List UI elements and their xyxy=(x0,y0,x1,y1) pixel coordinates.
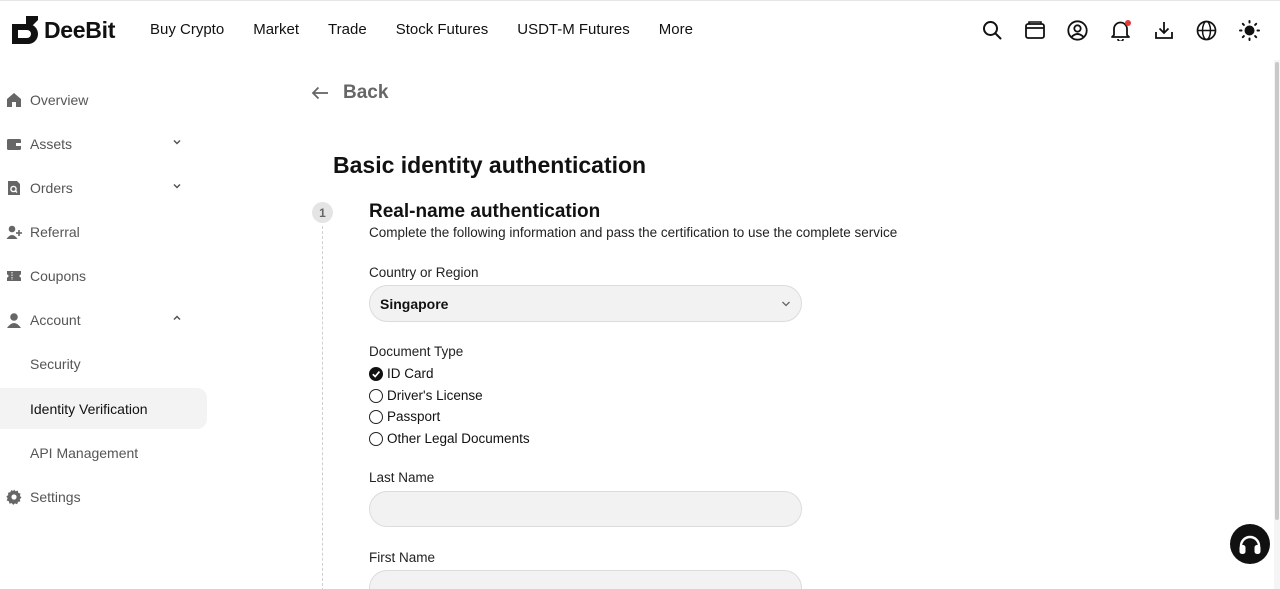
sidebar-item-security[interactable]: Security xyxy=(0,342,210,386)
sidebar-item-label: Referral xyxy=(30,224,80,240)
sidebar-item-identity-verification[interactable]: Identity Verification xyxy=(0,388,207,429)
header-actions xyxy=(981,18,1260,42)
sidebar-item-label: Assets xyxy=(30,136,73,152)
radio-unchecked[interactable] xyxy=(369,431,383,446)
theme-sun-icon[interactable] xyxy=(1239,18,1260,42)
nav-buy-crypto[interactable]: Buy Crypto xyxy=(150,21,224,38)
radio-checked[interactable] xyxy=(369,366,383,381)
radio-label: Driver's License xyxy=(387,388,483,403)
sidebar-item-label: Orders xyxy=(30,180,73,196)
country-select[interactable]: Singapore xyxy=(369,285,802,322)
last-name-label: Last Name xyxy=(369,470,435,485)
page-title: Basic identity authentication xyxy=(333,152,647,178)
customer-support-button[interactable] xyxy=(1230,524,1270,564)
account-icon[interactable] xyxy=(1067,18,1088,42)
sidebar-item-label: Identity Verification xyxy=(30,400,148,417)
sidebar-item-settings[interactable]: Settings xyxy=(0,475,210,519)
sidebar-item-label: Security xyxy=(30,356,81,372)
nav-more[interactable]: More xyxy=(659,21,693,38)
sidebar-item-api-management[interactable]: API Management xyxy=(0,431,210,475)
orders-icon xyxy=(8,181,20,195)
search-icon[interactable] xyxy=(981,18,1002,42)
sidebar-item-assets[interactable]: Assets xyxy=(0,122,210,166)
deebit-logo-icon xyxy=(12,16,38,44)
sidebar-item-referral[interactable]: Referral xyxy=(0,210,210,254)
radio-label: ID Card xyxy=(387,366,434,381)
headset-icon xyxy=(1239,535,1261,554)
page-scrollbar-thumb[interactable] xyxy=(1275,62,1279,520)
radio-unchecked[interactable] xyxy=(369,388,383,403)
brand-logo[interactable]: DeeBit xyxy=(10,16,115,44)
chevron-down-icon[interactable] xyxy=(172,137,182,147)
coupon-icon xyxy=(7,271,21,281)
radio-label: Other Legal Documents xyxy=(387,431,530,446)
referral-icon xyxy=(6,225,22,239)
sidebar-item-label: Settings xyxy=(30,489,81,505)
radio-unchecked[interactable] xyxy=(369,409,383,424)
section-title: Real-name authentication xyxy=(369,201,601,222)
nav-usdt-m-futures[interactable]: USDT-M Futures xyxy=(517,21,630,38)
bell-icon[interactable] xyxy=(1110,18,1131,42)
radio-label: Passport xyxy=(387,409,441,424)
brand-name: DeeBit xyxy=(44,16,116,43)
home-icon xyxy=(7,93,21,107)
doc-type-option-drivers-license[interactable]: Driver's License xyxy=(369,388,483,403)
back-button[interactable]: Back xyxy=(311,82,388,104)
notification-dot xyxy=(1125,20,1131,26)
wallet-icon xyxy=(7,139,21,150)
document-type-label: Document Type xyxy=(369,344,464,359)
chevron-down-icon[interactable] xyxy=(172,181,182,191)
gear-icon xyxy=(6,489,22,505)
sidebar-item-label: Coupons xyxy=(30,268,87,284)
arrow-left-icon xyxy=(311,86,328,100)
nav-stock-futures[interactable]: Stock Futures xyxy=(396,21,489,38)
sidebar-item-coupons[interactable]: Coupons xyxy=(0,254,210,298)
section-description: Complete the following information and p… xyxy=(369,225,898,240)
nav-trade[interactable]: Trade xyxy=(328,21,367,38)
step-connector-line xyxy=(322,226,323,589)
first-name-input[interactable] xyxy=(369,570,802,589)
nav-market[interactable]: Market xyxy=(253,21,299,38)
step-number-badge: 1 xyxy=(312,202,333,223)
sidebar-item-label: Overview xyxy=(30,92,89,108)
sidebar-item-label: Account xyxy=(30,312,81,328)
wallet-icon[interactable] xyxy=(1024,18,1045,42)
sidebar-item-account[interactable]: Account xyxy=(0,298,210,342)
globe-icon[interactable] xyxy=(1196,18,1217,42)
checkmark-icon xyxy=(372,370,381,378)
doc-type-option-other[interactable]: Other Legal Documents xyxy=(369,431,530,446)
download-icon[interactable] xyxy=(1153,18,1174,42)
chevron-down-icon xyxy=(782,301,790,307)
account-sidebar: Overview Assets Orders Referral Coupons … xyxy=(0,78,210,519)
country-select-value: Singapore xyxy=(380,295,449,312)
user-icon xyxy=(7,313,21,328)
doc-type-option-id-card[interactable]: ID Card xyxy=(369,366,434,381)
last-name-input[interactable] xyxy=(369,491,802,527)
top-navigation-bar: DeeBit Buy Crypto Market Trade Stock Fut… xyxy=(0,0,1280,60)
country-label: Country or Region xyxy=(369,265,479,280)
chevron-up-icon[interactable] xyxy=(172,313,182,323)
sidebar-item-overview[interactable]: Overview xyxy=(0,78,210,122)
back-label: Back xyxy=(343,82,389,103)
sidebar-item-orders[interactable]: Orders xyxy=(0,166,210,210)
first-name-label: First Name xyxy=(369,550,436,565)
doc-type-option-passport[interactable]: Passport xyxy=(369,409,440,424)
sidebar-item-label: API Management xyxy=(30,445,139,461)
main-nav: Buy Crypto Market Trade Stock Futures US… xyxy=(150,21,722,38)
